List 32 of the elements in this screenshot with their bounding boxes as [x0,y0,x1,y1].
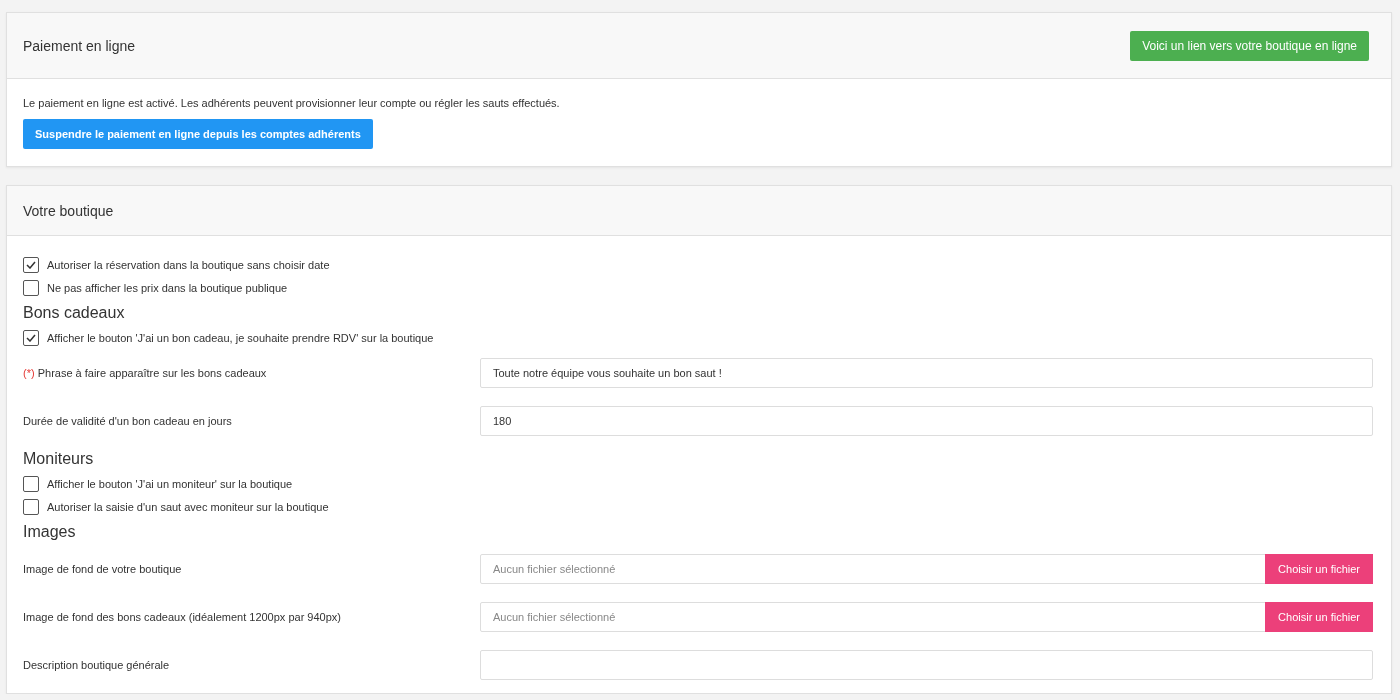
check-icon [26,260,36,269]
field-label: Image de fond des bons cadeaux (idéalement 1200px par 940px) [23,611,342,623]
checkbox[interactable] [23,498,39,515]
choose-file-button[interactable]: Choisir un fichier [1265,554,1373,584]
shop-link-button[interactable]: Voici un lien vers votre boutique en ligne [1130,30,1369,61]
checkbox-label: Afficher le bouton 'J'ai un moniteur' sur la boutique [47,477,293,490]
check-icon [26,333,36,342]
status-text: Le paiement en ligne est activé. Les adhérents peuvent provisionner leur compte ou régler les sauts effectués. [23,97,560,109]
checkbox-label: Autoriser la réservation dans la boutique sans choisir date [47,258,330,271]
checkbox-label: Afficher le bouton 'J'ai un bon cadeau, je souhaite prendre RDV' sur la boutique [47,331,434,344]
suspend-payment-button[interactable]: Suspendre le paiement en ligne depuis les comptes adhérents [23,119,373,149]
checkbox[interactable] [23,279,39,296]
field-label: Image de fond de votre boutique [23,563,183,575]
field-label: Durée de validité d'un bon cadeau en jours [23,415,233,427]
section-heading: Bons cadeaux [23,303,126,323]
section-heading: Images [23,522,77,542]
choose-file-button[interactable]: Choisir un fichier [1265,602,1373,632]
checkbox[interactable] [23,329,39,346]
input-field[interactable]: Toute notre équipe vous souhaite un bon saut ! [480,358,1373,388]
checkbox[interactable] [23,475,39,492]
card-title: Paiement en ligne [23,37,136,54]
checkbox-label: Autoriser la saisie d'un saut avec moniteur sur la boutique [47,500,329,513]
card-title: Votre boutique [23,202,114,219]
file-input-field[interactable]: Aucun fichier sélectionné Choisir un fichier [480,602,1373,632]
checkbox[interactable] [23,256,39,273]
field-label: (*) Phrase à faire apparaître sur les bons cadeaux [23,367,268,379]
checkbox-label: Ne pas afficher les prix dans la boutique publique [47,281,288,294]
input-field[interactable]: 180 [480,406,1373,436]
section-heading: Moniteurs [23,449,95,469]
input-field[interactable] [480,650,1373,680]
field-label: Description boutique générale [23,659,171,671]
file-input-field[interactable]: Aucun fichier sélectionné Choisir un fichier [480,554,1373,584]
